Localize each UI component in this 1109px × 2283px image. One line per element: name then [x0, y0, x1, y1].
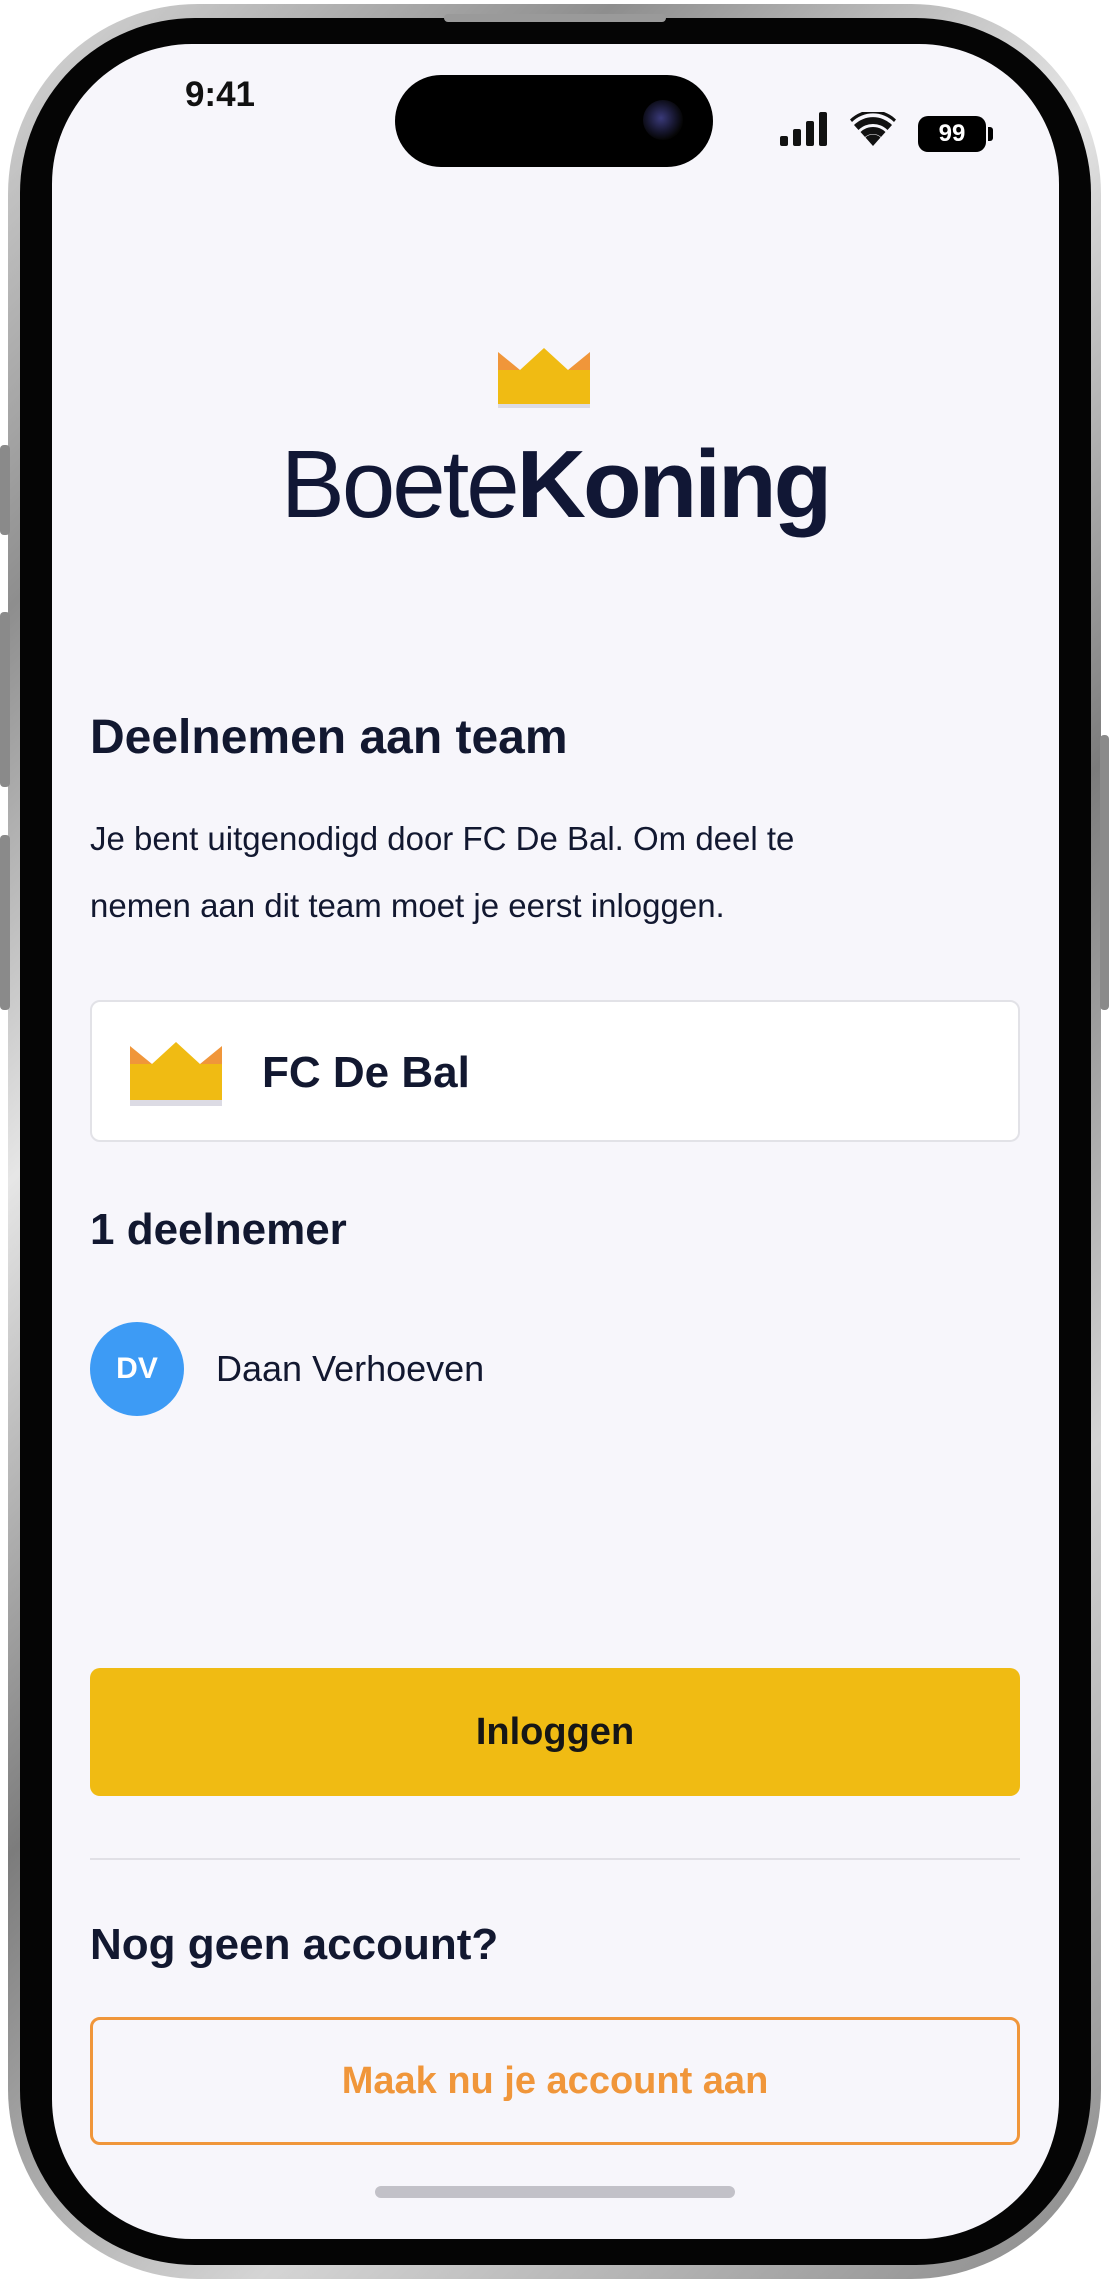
wifi-icon	[850, 112, 896, 146]
participants-heading: 1 deelnemer	[90, 1205, 347, 1254]
camera-icon	[643, 100, 683, 140]
invite-text-line-2: nemen aan dit team moet je eerst inlogge…	[90, 887, 725, 924]
team-card: FC De Bal	[90, 1000, 1020, 1142]
power-button	[1100, 735, 1109, 1010]
logo-wordmark: BoeteKoning	[200, 430, 910, 540]
logo-part-koning: Koning	[516, 431, 833, 538]
member-list-item: DV Daan Verhoeven	[90, 1322, 484, 1416]
invite-text-line-1: Je bent uitgenodigd door FC De Bal. Om d…	[90, 820, 795, 857]
page-title: Deelnemen aan team	[90, 711, 568, 764]
crown-icon	[498, 348, 590, 408]
signal-icon	[780, 112, 827, 146]
no-account-heading: Nog geen account?	[90, 1920, 499, 1969]
crown-icon	[130, 1042, 222, 1106]
top-speaker	[444, 14, 666, 22]
divider	[90, 1858, 1020, 1860]
login-button[interactable]: Inloggen	[90, 1668, 1020, 1796]
volume-down-button	[0, 835, 10, 1010]
home-indicator[interactable]	[375, 2186, 735, 2198]
action-button	[0, 445, 10, 535]
member-name: Daan Verhoeven	[216, 1348, 485, 1389]
volume-up-button	[0, 612, 10, 787]
team-name: FC De Bal	[262, 1048, 470, 1097]
invite-description: Je bent uitgenodigd door FC De Bal. Om d…	[90, 805, 950, 939]
status-time: 9:41	[184, 75, 256, 114]
create-account-button[interactable]: Maak nu je account aan	[90, 2017, 1020, 2145]
logo-part-boete: Boete	[280, 431, 520, 538]
battery-tip	[988, 127, 993, 141]
avatar: DV	[90, 1322, 184, 1416]
status-icons	[780, 112, 896, 146]
battery-icon: 99	[918, 116, 986, 152]
